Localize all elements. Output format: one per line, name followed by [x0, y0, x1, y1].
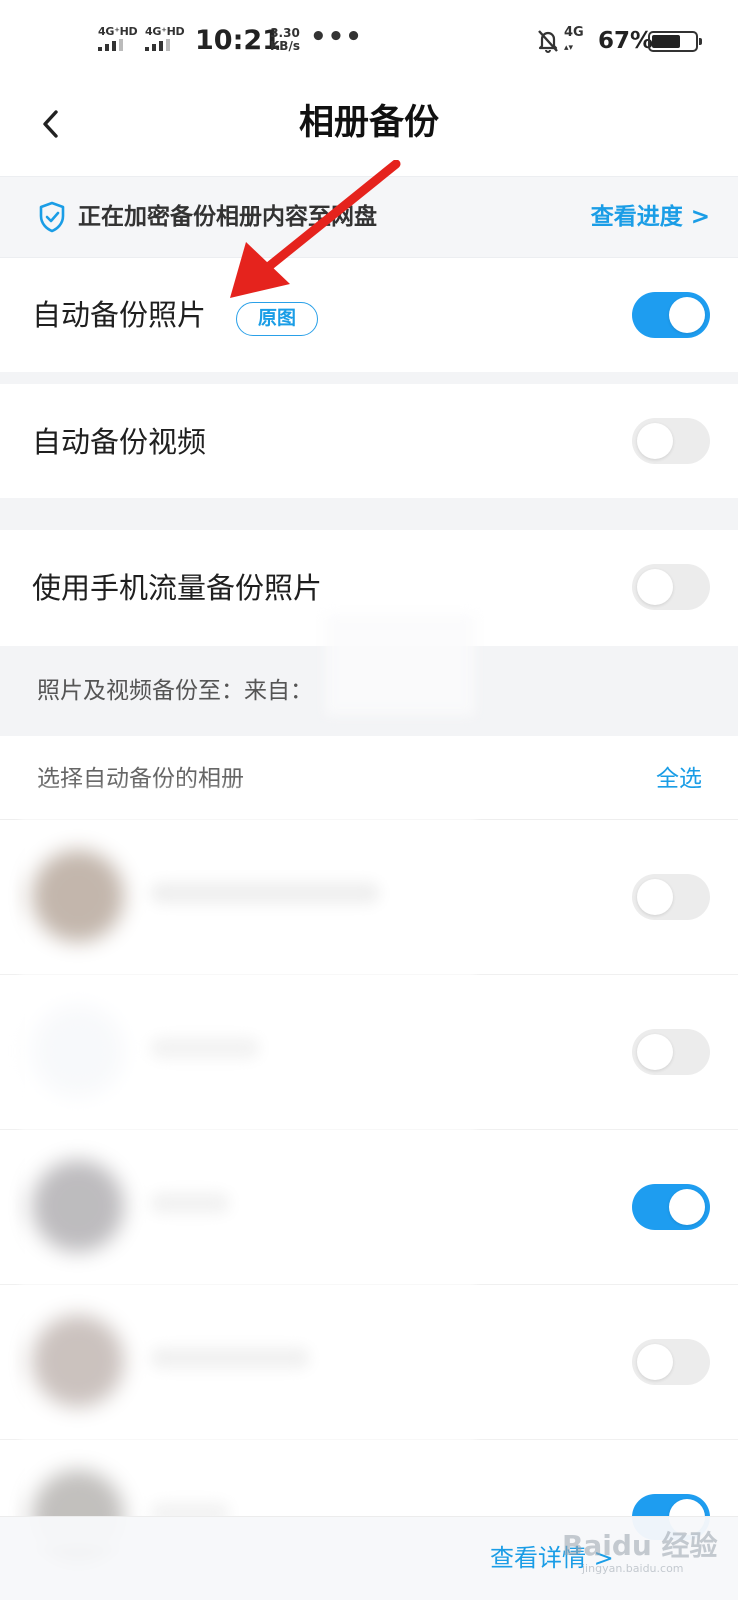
toggle-switch[interactable]: [632, 564, 710, 610]
bottom-bar: 查看详情 >: [0, 1516, 738, 1600]
toggle-switch[interactable]: [632, 1184, 710, 1230]
toggle-switch[interactable]: [632, 292, 710, 338]
shield-check-icon: [39, 201, 65, 233]
battery-percent: 67%: [598, 28, 654, 54]
section-divider: [0, 372, 738, 384]
net-type: 4G: [564, 25, 584, 40]
sim2-signal: 4G⁺HD: [145, 25, 185, 52]
original-quality-badge[interactable]: 原图: [236, 302, 318, 336]
select-all-button[interactable]: 全选: [656, 760, 702, 798]
album-name-blurred: [150, 1037, 260, 1059]
toggle-switch[interactable]: [632, 1339, 710, 1385]
album-thumbnail: [32, 1005, 124, 1097]
album-select-header: 选择自动备份的相册 全选: [0, 736, 738, 820]
album-name-blurred: [150, 1192, 230, 1214]
signal-icon: [145, 39, 170, 51]
mute-bell-icon: [538, 30, 558, 53]
album-backup-screen: 4G⁺HD 4G⁺HD 10:21 3.30 KB/s ••• 4G ▴▾ 67…: [0, 0, 738, 1600]
signal-icon: [98, 39, 123, 51]
speed-unit: KB/s: [270, 39, 300, 53]
row-label: 使用手机流量备份照片: [32, 571, 323, 605]
album-name-blurred: [150, 882, 380, 904]
row-label: 自动备份视频: [32, 425, 207, 459]
album-thumbnail: [32, 850, 124, 942]
row-label: 自动备份照片: [32, 298, 207, 332]
sim1-signal: 4G⁺HD: [98, 25, 138, 52]
nav-header: 相册备份: [0, 82, 738, 176]
section-divider: [0, 498, 738, 530]
album-thumbnail: [32, 1160, 124, 1252]
backup-progress-banner: 正在加密备份相册内容至网盘 查看进度 >: [0, 176, 738, 258]
album-row[interactable]: [0, 820, 738, 975]
album-row[interactable]: [0, 1130, 738, 1285]
album-row[interactable]: [0, 975, 738, 1130]
auto-backup-videos-row[interactable]: 自动备份视频: [0, 384, 738, 498]
banner-text: 正在加密备份相册内容至网盘: [78, 204, 377, 230]
album-thumbnail: [32, 1315, 124, 1407]
data-arrows-icon: ▴▾: [564, 43, 574, 53]
sim1-label: 4G⁺HD: [98, 25, 138, 38]
page-title: 相册备份: [298, 103, 439, 143]
status-bar: 4G⁺HD 4G⁺HD 10:21 3.30 KB/s ••• 4G ▴▾ 67…: [0, 0, 738, 82]
view-details-link[interactable]: 查看详情 >: [490, 1539, 614, 1577]
sim2-label: 4G⁺HD: [145, 25, 185, 38]
album-row[interactable]: [0, 1285, 738, 1440]
mobile-data-indicator: 4G ▴▾: [564, 26, 584, 55]
battery-fill: [652, 35, 680, 48]
album-select-title: 选择自动备份的相册: [37, 766, 244, 792]
album-name-blurred: [150, 1347, 310, 1369]
toggle-switch[interactable]: [632, 418, 710, 464]
toggle-switch[interactable]: [632, 874, 710, 920]
backup-destination: 照片及视频备份至：来自：: [0, 646, 738, 736]
auto-backup-photos-row[interactable]: 自动备份照片 原图: [0, 258, 738, 372]
view-progress-link[interactable]: 查看进度 >: [591, 199, 710, 235]
battery-icon: [648, 31, 702, 52]
mobile-data-backup-row[interactable]: 使用手机流量备份照片: [0, 530, 738, 646]
toggle-switch[interactable]: [632, 1029, 710, 1075]
network-speed: 3.30 KB/s: [270, 27, 300, 53]
more-dots-icon: •••: [310, 22, 363, 52]
destination-text: 照片及视频备份至：来自：: [37, 678, 313, 704]
clock: 10:21: [195, 25, 281, 56]
